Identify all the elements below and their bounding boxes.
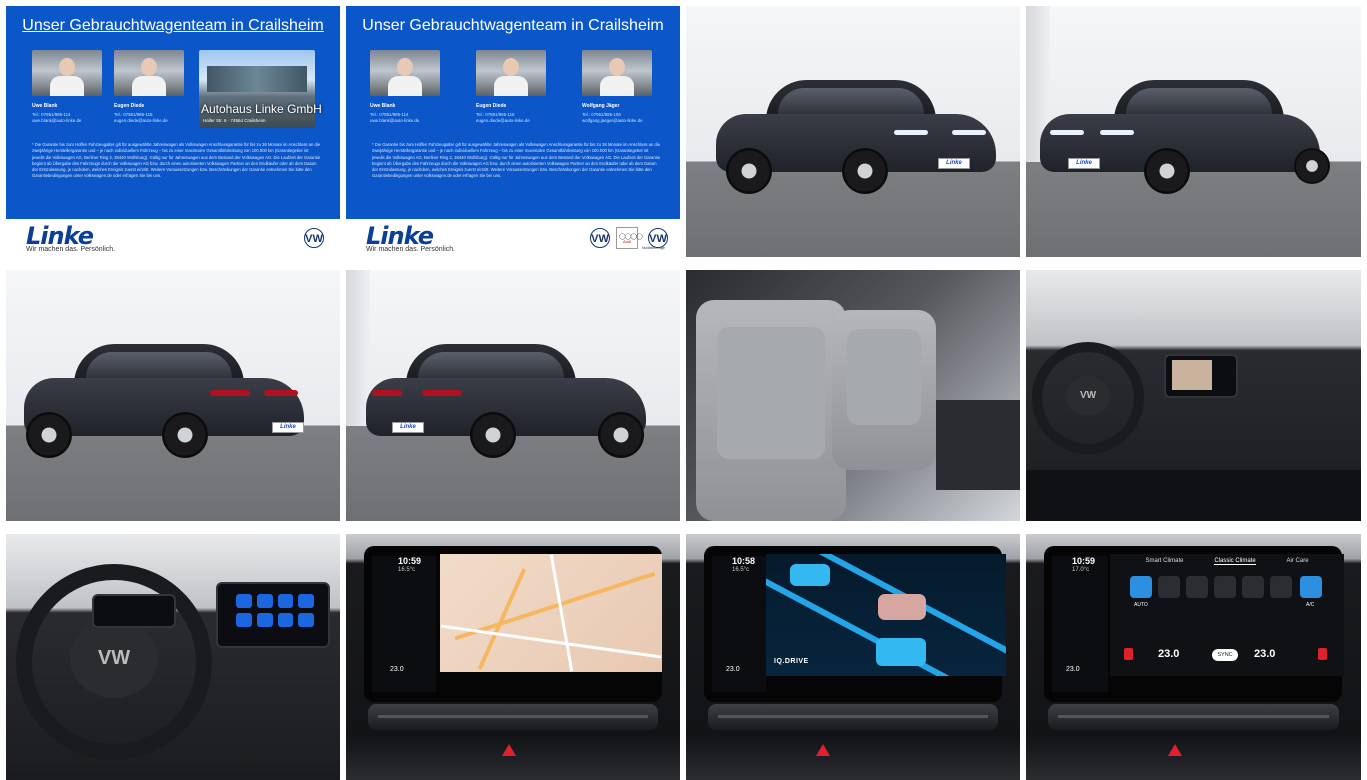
iq-drive-logo: IQ.DRIVE: [774, 658, 809, 665]
hazard-button-icon: [816, 744, 830, 756]
staff-contact: Tel.: 07951/985-114 uwe.blank@auto-linke…: [32, 112, 82, 123]
sync-button: SYNC: [1212, 649, 1238, 661]
staff-contact: Tel.: 07951/985-115 eugen.diede@auto-lin…: [476, 112, 530, 123]
right-temperature: 23.0: [1254, 648, 1276, 660]
dealership-name: Autohaus Linke GmbH: [201, 102, 322, 116]
seat-heat-icon: [1214, 576, 1236, 598]
dealer-slogan: Wir machen das. Persönlich.: [366, 246, 456, 253]
license-plate: Linke: [1068, 158, 1100, 169]
staff-photo-eugen-diede: [114, 50, 184, 96]
staff-name: Wolfgang Jäger: [582, 103, 620, 109]
dealership-address: Haller Str. 6 · 74564 Crailsheim: [203, 118, 266, 123]
staff-photo-uwe-blank: [370, 50, 440, 96]
ac-label: A/C: [1306, 602, 1315, 608]
gallery-thumb-dealer-team[interactable]: Unser Gebrauchtwagenteam in Crailsheim U…: [6, 6, 340, 257]
hazard-button-icon: [1168, 744, 1182, 756]
car-photo-rear-right: Linke: [366, 342, 646, 462]
license-plate: Linke: [938, 158, 970, 169]
passenger-seat-photo: [832, 310, 936, 470]
cabin-temperature: 23.0: [1066, 666, 1080, 673]
car-photo-front-right: Linke: [716, 78, 996, 198]
staff-name: Eugen Diede: [476, 103, 507, 109]
vw-steering-badge: VW: [70, 618, 158, 698]
dealer-footer: Linke Wir machen das. Persönlich. VW: [6, 219, 340, 257]
gallery-thumb-cockpit-apps[interactable]: VW: [6, 534, 340, 780]
gallery-thumb-rear-left[interactable]: Linke: [6, 270, 340, 521]
gallery-thumb-dealer-team-2[interactable]: Unser Gebrauchtwagenteam in Crailsheim U…: [346, 6, 680, 257]
gallery-thumb-rear-right[interactable]: Linke: [346, 270, 680, 521]
max-icon: [1270, 576, 1292, 598]
car-photo-rear-left: Linke: [24, 342, 304, 462]
cabin-temperature: 23.0: [390, 666, 404, 673]
driver-seat-photo: [696, 300, 846, 521]
warranty-fineprint: * Die Garantie bis zum Hoffen Fahrzeugal…: [372, 142, 661, 179]
cabin-temperature: 23.0: [726, 666, 740, 673]
staff-name: Uwe Blank: [370, 103, 396, 109]
infotainment-apps-screen: [216, 582, 330, 648]
tab-classic-climate: Classic Climate: [1214, 558, 1256, 565]
dealer-heading: Unser Gebrauchtwagenteam in Crailsheim: [362, 17, 664, 34]
vw-nutzfahrzeuge-logo-icon: VW: [648, 228, 668, 248]
tab-smart-climate: Smart Climate: [1145, 558, 1184, 564]
staff-contact: Tel.: 07951/985-115 eugen.diede@auto-lin…: [114, 112, 168, 123]
staff-photo-eugen-diede: [476, 50, 546, 96]
seat-heat-left-icon: [1124, 648, 1133, 660]
license-plate: Linke: [392, 422, 424, 433]
auto-label: AUTO: [1134, 602, 1148, 608]
navigation-map: [440, 554, 662, 672]
warranty-fineprint: * Die Garantie bis zum Hoffen Fahrzeugal…: [32, 142, 321, 179]
footwell-icon: [1186, 576, 1208, 598]
image-gallery: Unser Gebrauchtwagenteam in Crailsheim U…: [0, 0, 1367, 780]
vw-steering-badge: VW: [1066, 376, 1110, 416]
tab-air-care: Air Care: [1286, 558, 1309, 564]
ac-icon: [1300, 576, 1322, 598]
infotainment-screen-small: [1164, 354, 1238, 398]
staff-photo-uwe-blank: [32, 50, 102, 96]
audi-service-icon: ◯◯◯◯Audi Service: [616, 227, 643, 249]
screen-clock: 10:59: [398, 556, 422, 566]
vw-logo-icon: VW: [590, 228, 610, 248]
recirculation-icon: [1242, 576, 1264, 598]
car-photo-front-left: Linke: [1040, 78, 1330, 198]
gallery-thumb-dashboard[interactable]: VW: [1026, 270, 1361, 521]
auto-climate-icon: [1130, 576, 1152, 598]
seat-heat-right-icon: [1318, 648, 1327, 660]
screen-clock: 10:58: [732, 556, 756, 566]
dealership-building-photo: Autohaus Linke GmbH Haller Str. 6 · 7456…: [199, 50, 322, 128]
gallery-thumb-assist-screen[interactable]: 10:58 16.5°c 23.0 IQ.DRIVE: [686, 534, 1020, 780]
dealer-slogan: Wir machen das. Persönlich.: [26, 246, 116, 253]
gallery-thumb-front-left[interactable]: Linke: [1026, 6, 1361, 257]
nutzfahrzeuge-label: Nutzfahrzeuge: [642, 246, 665, 250]
gallery-thumb-navigation-screen[interactable]: 10:59 16.5°c 23.0: [346, 534, 680, 780]
outside-temperature: 16.5°c: [732, 567, 750, 573]
staff-photo-wolfgang-jaeger: [582, 50, 652, 96]
screen-clock: 10:59: [1072, 556, 1096, 566]
license-plate: Linke: [272, 422, 304, 433]
climate-control-panel: Smart Climate Classic Climate Air Care A…: [1110, 554, 1344, 676]
gallery-thumb-front-right[interactable]: Linke: [686, 6, 1020, 257]
vw-logo-icon: VW: [304, 228, 324, 248]
staff-contact: Tel.: 07951/985-114 uwe.blank@auto-linke…: [370, 112, 420, 123]
defrost-icon: [1158, 576, 1180, 598]
outside-temperature: 16.5°c: [398, 567, 416, 573]
outside-temperature: 17.0°c: [1072, 567, 1090, 573]
gallery-thumb-climate-screen[interactable]: 10:59 17.0°c 23.0 Smart Climate Classic …: [1026, 534, 1361, 780]
gallery-thumb-front-seats[interactable]: [686, 270, 1020, 521]
dealer-footer: Linke Wir machen das. Persönlich. VW ◯◯◯…: [346, 219, 680, 257]
staff-contact: Tel.: 07951/985-106 wolfgang.jaeger@auto…: [582, 112, 643, 123]
staff-name: Uwe Blank: [32, 103, 58, 109]
staff-name: Eugen Diede: [114, 103, 145, 109]
hazard-button-icon: [502, 744, 516, 756]
dealer-heading: Unser Gebrauchtwagenteam in Crailsheim: [22, 17, 324, 34]
driver-display: [92, 594, 176, 628]
left-temperature: 23.0: [1158, 648, 1180, 660]
